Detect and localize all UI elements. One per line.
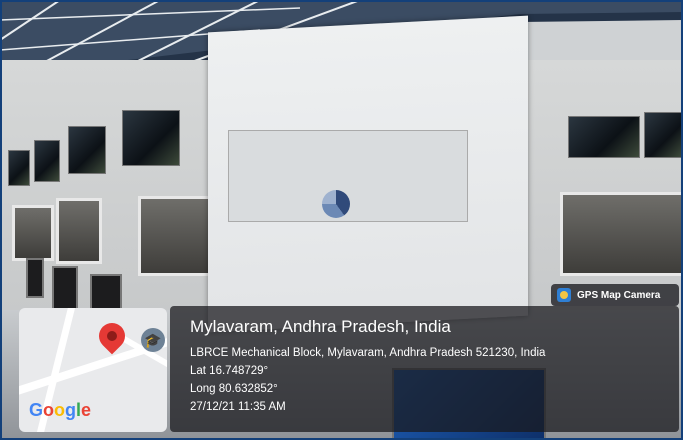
latitude: Lat 16.748729° bbox=[190, 365, 269, 377]
map-thumbnail: 🎓 Google bbox=[19, 308, 167, 432]
window bbox=[560, 192, 683, 276]
projected-pie-chart bbox=[322, 190, 350, 218]
monitor bbox=[90, 274, 122, 312]
poster bbox=[68, 126, 106, 174]
timestamp: 27/12/21 11:35 AM bbox=[190, 401, 286, 413]
poster bbox=[568, 116, 640, 158]
location-address: LBRCE Mechanical Block, Mylavaram, Andhr… bbox=[190, 347, 546, 359]
poster bbox=[34, 140, 60, 182]
window bbox=[12, 205, 54, 261]
monitor bbox=[26, 258, 44, 298]
window bbox=[56, 198, 102, 264]
longitude: Long 80.632852° bbox=[190, 383, 278, 395]
map-pin-icon bbox=[93, 317, 131, 355]
badge-label: GPS Map Camera bbox=[577, 289, 661, 301]
camera-icon bbox=[557, 288, 571, 302]
poster bbox=[8, 150, 30, 186]
monitor bbox=[52, 266, 78, 310]
location-title: Mylavaram, Andhra Pradesh, India bbox=[190, 317, 451, 336]
poster bbox=[122, 110, 180, 166]
google-logo: Google bbox=[29, 400, 92, 420]
classroom-photo: GPS Map Camera 🎓 Google Mylavaram, Andhr… bbox=[0, 0, 683, 440]
window bbox=[138, 196, 214, 276]
graduation-cap-icon: 🎓 bbox=[141, 328, 165, 352]
gps-map-camera-badge: GPS Map Camera bbox=[551, 284, 679, 306]
poster bbox=[644, 112, 682, 158]
